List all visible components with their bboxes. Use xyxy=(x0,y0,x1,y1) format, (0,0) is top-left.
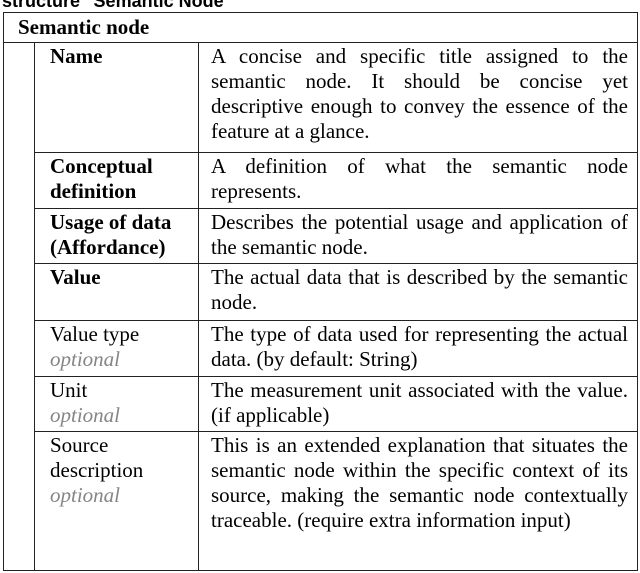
table-row-unit: Unit optional The measurement unit assoc… xyxy=(35,377,637,432)
table-row-source-description: Source description optional This is an e… xyxy=(35,432,637,570)
field-name: Conceptual definition xyxy=(50,154,153,203)
field-name: Value xyxy=(50,265,101,289)
table-row-value-type: Value type optional The type of data use… xyxy=(35,321,637,377)
field-description: Describes the potential usage and applic… xyxy=(211,210,628,259)
table-row-value: Value The actual data that is described … xyxy=(35,264,637,321)
optional-tag: optional xyxy=(50,403,121,427)
semantic-node-table: Semantic node Name A concise and specifi… xyxy=(3,12,638,571)
row-label: Conceptual definition xyxy=(35,153,199,208)
field-name: Value type xyxy=(50,322,140,346)
row-label: Source description optional xyxy=(35,432,199,570)
field-description: This is an extended explanation that sit… xyxy=(211,433,628,532)
field-description: A concise and specific title assigned to… xyxy=(211,44,628,143)
field-name: Usage of data (Affordance) xyxy=(50,210,172,259)
row-label: Usage of data (Affordance) xyxy=(35,209,199,263)
table-caption: structure "Semantic Node" xyxy=(2,0,233,11)
optional-tag: optional xyxy=(50,347,121,371)
field-name: Unit xyxy=(50,378,88,402)
table-header: Semantic node xyxy=(4,13,637,43)
table-row-conceptual-definition: Conceptual definition A definition of wh… xyxy=(35,153,637,209)
row-label: Value type optional xyxy=(35,321,199,376)
field-name: Name xyxy=(50,44,103,68)
row-label: Name xyxy=(35,43,199,152)
optional-tag: optional xyxy=(50,483,121,507)
row-label: Value xyxy=(35,264,199,320)
field-description: The measurement unit associated with the… xyxy=(211,378,628,427)
field-description: A definition of what the semantic node r… xyxy=(211,154,628,203)
indent-column xyxy=(4,43,35,570)
field-description: The actual data that is described by the… xyxy=(211,265,628,314)
field-description: The type of data used for representing t… xyxy=(211,322,628,371)
row-label: Unit optional xyxy=(35,377,199,431)
field-name: Source description xyxy=(50,433,144,482)
table-row-name: Name A concise and specific title assign… xyxy=(35,43,637,153)
table-row-usage-of-data: Usage of data (Affordance) Describes the… xyxy=(35,209,637,264)
